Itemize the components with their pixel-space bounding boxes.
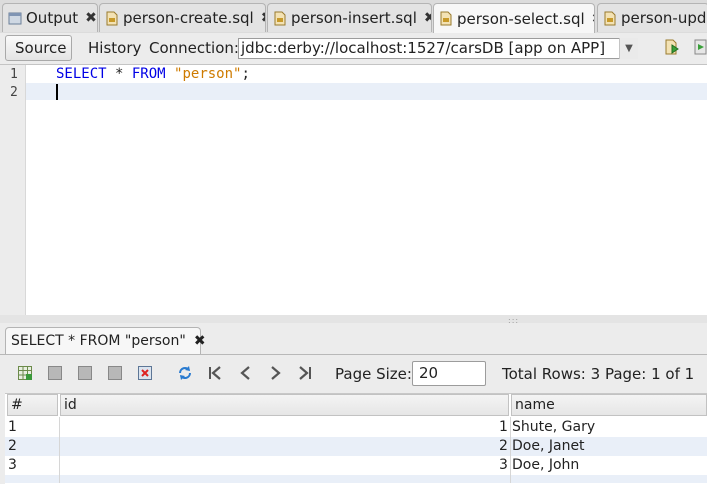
tab-label: Output xyxy=(26,9,79,27)
tab-label: person-insert.sql xyxy=(291,9,417,27)
panel-splitter[interactable] xyxy=(0,315,707,323)
run-statement-icon[interactable] xyxy=(694,39,707,55)
sql-file-icon xyxy=(274,11,286,25)
sql-file-icon xyxy=(604,11,616,25)
tab-label: person-create.sql xyxy=(123,9,254,27)
tab-label: person-select.sql xyxy=(457,9,585,28)
string-literal: "person" xyxy=(174,66,242,82)
column-header-number[interactable]: # xyxy=(7,394,58,416)
connection-label: Connection: xyxy=(149,39,239,57)
history-button[interactable]: History xyxy=(79,35,150,61)
insert-record-icon[interactable] xyxy=(18,366,32,380)
cell-id[interactable]: 2 xyxy=(499,437,508,456)
sql-file-icon xyxy=(440,11,452,26)
code-line-1[interactable]: SELECT * FROM "person"; xyxy=(56,66,250,82)
close-icon[interactable]: ✖ xyxy=(261,10,265,26)
total-rows-status: Total Rows: 3 Page: 1 of 1 xyxy=(502,365,695,383)
last-page-icon[interactable] xyxy=(297,365,314,381)
cell-id[interactable]: 1 xyxy=(499,418,508,437)
tab-person-update[interactable]: person-upda xyxy=(597,3,707,32)
column-divider xyxy=(510,417,511,483)
line-number: 1 xyxy=(10,67,18,82)
refresh-icon[interactable] xyxy=(177,365,193,381)
close-icon[interactable]: ✖ xyxy=(424,10,431,26)
table-row[interactable]: 3 3 Doe, John xyxy=(5,456,707,475)
truncate-table-icon[interactable] xyxy=(138,366,152,380)
close-icon[interactable]: ✖ xyxy=(592,11,594,27)
commit-record-icon[interactable] xyxy=(78,366,92,380)
cell-name[interactable]: Doe, Janet xyxy=(512,437,585,456)
first-page-icon[interactable] xyxy=(207,365,223,381)
cell-id[interactable]: 3 xyxy=(499,456,508,475)
close-icon[interactable]: ✖ xyxy=(85,10,97,26)
page-size-input[interactable]: 20 xyxy=(412,361,486,386)
cell-name[interactable]: Shute, Gary xyxy=(512,418,595,437)
table-row-empty xyxy=(5,475,707,483)
close-icon[interactable]: ✖ xyxy=(194,333,206,349)
text-caret xyxy=(56,84,58,100)
row-number: 2 xyxy=(8,438,17,454)
cancel-edits-icon[interactable] xyxy=(108,366,122,380)
tab-label: SELECT * FROM "person" xyxy=(11,333,186,349)
terminator: ; xyxy=(241,66,250,82)
tab-query-result[interactable]: SELECT * FROM "person" ✖ xyxy=(5,327,206,354)
output-icon xyxy=(8,12,22,24)
column-header-id[interactable]: id xyxy=(60,394,509,416)
tab-person-insert[interactable]: person-insert.sql ✖ xyxy=(267,3,432,32)
line-number-gutter: 1 2 xyxy=(0,65,26,315)
tab-person-create[interactable]: person-create.sql ✖ xyxy=(99,3,266,32)
keyword: SELECT xyxy=(56,66,107,82)
row-number: 1 xyxy=(8,419,17,435)
page-size-label: Page Size: xyxy=(335,365,412,383)
connection-select[interactable]: jdbc:derby://localhost:1527/carsDB [app … xyxy=(238,38,638,59)
sql-file-icon xyxy=(106,11,118,25)
previous-page-icon[interactable] xyxy=(238,365,254,381)
tab-person-select[interactable]: person-select.sql ✖ xyxy=(433,3,595,33)
line-number: 2 xyxy=(10,85,18,100)
keyword: FROM xyxy=(131,66,166,82)
current-line-highlight xyxy=(26,83,707,100)
delete-record-icon[interactable] xyxy=(48,366,62,380)
chevron-down-icon[interactable]: ▼ xyxy=(619,38,638,59)
tab-output[interactable]: Output ✖ xyxy=(2,3,98,32)
row-number: 3 xyxy=(8,457,17,473)
tab-label: person-upda xyxy=(621,9,707,27)
cell-name[interactable]: Doe, John xyxy=(512,456,579,475)
column-divider xyxy=(59,417,60,483)
sql-editor[interactable] xyxy=(26,65,707,315)
source-button[interactable]: Source xyxy=(5,35,72,61)
splitter-grip-icon[interactable]: ::: xyxy=(508,316,519,325)
next-page-icon[interactable] xyxy=(267,365,283,381)
column-header-name[interactable]: name xyxy=(511,394,707,416)
operator: * xyxy=(106,66,132,82)
table-row[interactable]: 1 1 Shute, Gary xyxy=(5,418,707,437)
table-row[interactable]: 2 2 Doe, Janet xyxy=(5,437,707,456)
run-sql-icon[interactable] xyxy=(664,39,680,55)
